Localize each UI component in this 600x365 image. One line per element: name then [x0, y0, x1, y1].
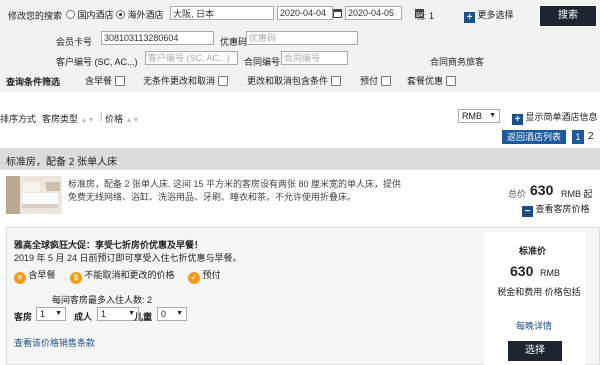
corporate-label: 合同商务旅客 [430, 57, 485, 67]
filters-label: 查询条件筛选 [6, 77, 61, 87]
tax-note: 税金和费用 价格包括 [497, 287, 581, 297]
feature-prepaid: ✓ 预付 [188, 268, 221, 284]
checkin-input[interactable] [277, 6, 333, 20]
currency-select[interactable]: RMB ▼ [458, 109, 500, 123]
client-code-label: 客户编号 (SC, AC...) [56, 57, 138, 67]
room-description: 标准房，配备 2 张单人床. 这间 15 平方米的客房设有两张 80 厘米宽的单… [68, 179, 402, 202]
sort-price-arrows-icon: ▲▼ [125, 117, 140, 124]
filter-free-cancel-checkbox[interactable] [217, 76, 228, 86]
checkin-calendar-icon[interactable] [333, 9, 342, 18]
filter-package[interactable]: 套餐优惠 [407, 74, 456, 87]
show-simple-label: 显示简单酒店信息 [525, 112, 598, 122]
rooms-label: 客房 [14, 312, 33, 322]
total-price: 630 [530, 182, 554, 198]
member-input[interactable] [101, 31, 214, 45]
adults-label: 成人 [74, 312, 93, 322]
domestic-radio[interactable]: 国内酒店 [66, 8, 114, 21]
chevron-down-icon: ▼ [55, 310, 62, 317]
rate-promo-title: 雅高全球疯狂大促：享受七折房价优惠及早餐！ [14, 240, 204, 250]
filter-prepaid-checkbox[interactable] [380, 76, 391, 86]
rooms-select[interactable]: 1 ▼ [36, 307, 66, 321]
filter-cancel-conditions[interactable]: 更改和取消包含条件 [247, 74, 341, 87]
nights-label: 晚: 1 [415, 11, 435, 21]
sort-price-label: 价格 [105, 114, 124, 124]
filter-cancel-conditions-checkbox[interactable] [330, 76, 341, 86]
checkout-input[interactable] [345, 6, 402, 20]
view-prices-button[interactable]: − 查看客房价格 [522, 202, 590, 217]
rate-price-unit: RMB [540, 268, 560, 278]
more-options-label: 更多选择 [477, 10, 514, 20]
details-link[interactable]: 每晚详情 [516, 319, 552, 332]
page-2[interactable]: 2 [588, 131, 594, 142]
children-label: 儿童 [134, 312, 153, 322]
overseas-label: 海外酒店 [127, 10, 164, 20]
contract-input[interactable] [281, 51, 348, 65]
filter-cancel-conditions-label: 更改和取消包含条件 [247, 76, 329, 86]
plus-icon: + [464, 12, 475, 23]
filter-free-cancel[interactable]: 无条件更改和取消 [143, 74, 228, 87]
destination-input[interactable] [170, 6, 274, 20]
feature-prepaid-label: 预付 [202, 270, 221, 280]
currency-value: RMB [462, 111, 482, 121]
total-label: 总价 [508, 189, 527, 199]
filter-breakfast-checkbox[interactable] [114, 76, 125, 86]
sort-divider: | [100, 111, 103, 121]
contract-label: 合同编号 [244, 57, 281, 67]
promo-input[interactable] [246, 31, 358, 45]
page-1[interactable]: 1 [572, 130, 584, 144]
minus-icon: − [522, 206, 533, 217]
promo-label: 优惠码 [220, 37, 248, 47]
room-photo-image [6, 176, 62, 214]
sort-room-type[interactable]: 客房类型 ▲▼ [42, 112, 94, 125]
no-cancel-icon: $ [70, 272, 82, 284]
view-terms-link[interactable]: 查看该价格销售条款 [14, 336, 95, 349]
prepaid-icon: ✓ [188, 272, 200, 284]
rate-promo-desc: 2019 年 5 月 24 日前预订即可享受入住七折优惠与早餐。 [14, 253, 242, 263]
filter-package-label: 套餐优惠 [407, 76, 444, 86]
children-select[interactable]: 0 ▼ [157, 307, 187, 321]
back-to-list-button[interactable]: 返回酒店列表 [502, 130, 566, 144]
sort-label: 排序方式 [0, 114, 37, 124]
select-button[interactable]: 选择 [508, 341, 562, 361]
adults-select[interactable]: 1 ▼ [97, 307, 139, 321]
plus-icon: + [512, 114, 523, 125]
room-title: 标准房，配备 2 张单人床 [6, 157, 118, 168]
rate-name: 标准价 [519, 246, 547, 256]
domestic-radio-button[interactable] [66, 10, 75, 19]
room-photo[interactable] [6, 176, 62, 214]
chevron-down-icon: ▼ [176, 310, 183, 317]
feature-noncancel: $ 不能取消和更改的价格 [70, 268, 175, 284]
view-prices-label: 查看客房价格 [535, 204, 590, 214]
member-label: 会员卡号 [56, 37, 93, 47]
sort-room-type-label: 客房类型 [42, 114, 79, 124]
filter-breakfast-label: 含早餐 [85, 76, 113, 86]
more-options-button[interactable]: + 更多选择 [464, 8, 514, 23]
sort-price[interactable]: 价格 ▲▼ [105, 112, 139, 125]
rooms-value: 1 [40, 309, 46, 319]
filter-free-cancel-label: 无条件更改和取消 [143, 76, 216, 86]
total-unit: RMB 起 [561, 189, 593, 199]
feature-breakfast-label: 含早餐 [28, 270, 56, 280]
filter-prepaid-label: 预付 [360, 76, 379, 86]
sort-arrows-icon: ▲▼ [80, 117, 95, 124]
feature-noncancel-label: 不能取消和更改的价格 [84, 270, 175, 280]
filter-prepaid[interactable]: 预付 [360, 74, 391, 87]
breakfast-icon: ✕ [14, 272, 26, 284]
filter-breakfast[interactable]: 含早餐 [85, 74, 125, 87]
domestic-label: 国内酒店 [77, 10, 114, 20]
feature-breakfast: ✕ 含早餐 [14, 268, 56, 284]
overseas-radio-button[interactable] [116, 10, 125, 19]
chevron-down-icon: ▼ [489, 112, 496, 119]
max-guests: 每间客房最多入住人数: 2 [52, 295, 153, 305]
rate-price: 630 [510, 263, 534, 279]
search-label: 修改您的搜索 [8, 11, 63, 21]
children-value: 0 [161, 309, 167, 319]
overseas-radio[interactable]: 海外酒店 [116, 8, 164, 21]
adults-value: 1 [101, 309, 107, 319]
show-simple-button[interactable]: + 显示简单酒店信息 [512, 110, 598, 125]
client-code-input[interactable] [145, 51, 238, 65]
filter-package-checkbox[interactable] [445, 76, 456, 86]
search-button[interactable]: 搜索 [540, 6, 596, 26]
